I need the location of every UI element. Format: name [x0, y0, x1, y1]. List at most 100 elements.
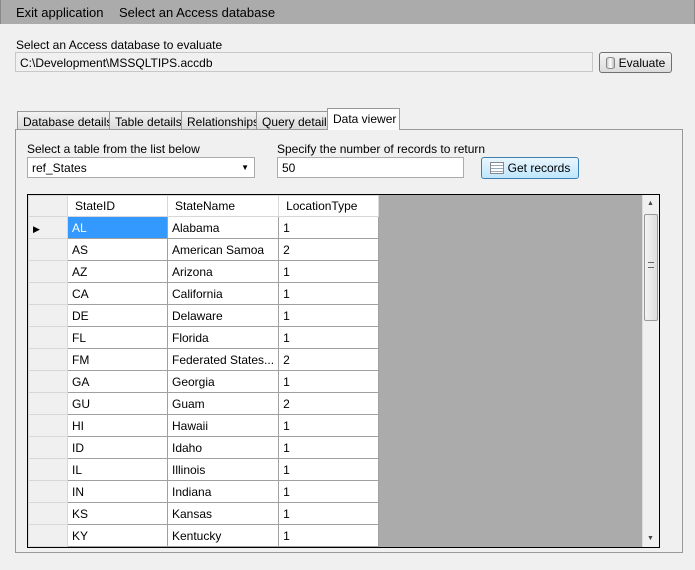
table-row[interactable]: ID Idaho 1	[28, 436, 380, 459]
grid-cell-locationtype[interactable]: 1	[278, 502, 380, 525]
vertical-scrollbar[interactable]: ▲ ▼	[642, 195, 659, 547]
grid-cell-stateid[interactable]: DE	[67, 304, 168, 327]
tab-relationships[interactable]: Relationships	[181, 111, 266, 130]
grid-cell-stateid[interactable]: CA	[67, 282, 168, 305]
row-header[interactable]	[28, 436, 68, 459]
grid-cell-statename[interactable]: California	[166, 282, 280, 305]
grid-cell-stateid[interactable]: AS	[67, 238, 168, 261]
grid-cell-statename[interactable]: Georgia	[166, 370, 280, 393]
get-records-button[interactable]: Get records	[481, 157, 579, 179]
grid-cell-locationtype[interactable]: 2	[278, 392, 380, 415]
grid-cell-statename[interactable]: Delaware	[166, 304, 280, 327]
table-row[interactable]: GU Guam 2	[28, 392, 380, 415]
tab-table-details[interactable]: Table details	[109, 111, 188, 130]
row-header[interactable]	[28, 524, 68, 547]
scroll-up-arrow-icon[interactable]: ▲	[647, 200, 654, 207]
row-header[interactable]	[28, 392, 68, 415]
table-row[interactable]: AZ Arizona 1	[28, 260, 380, 283]
menu-bar: Exit application Select an Access databa…	[0, 0, 695, 24]
grid-cell-stateid[interactable]: ID	[67, 436, 168, 459]
grid-cell-locationtype[interactable]: 1	[278, 216, 380, 239]
row-header[interactable]	[28, 480, 68, 503]
column-header-stateid[interactable]: StateID	[67, 195, 168, 217]
menu-select-access-database[interactable]: Select an Access database	[119, 5, 275, 20]
grid-cell-stateid[interactable]: GU	[67, 392, 168, 415]
grid-cell-locationtype[interactable]: 1	[278, 458, 380, 481]
grid-cell-stateid[interactable]: HI	[67, 414, 168, 437]
grid-cell-statename[interactable]: Illinois	[166, 458, 280, 481]
grid-cell-statename[interactable]: Florida	[166, 326, 280, 349]
row-header[interactable]	[28, 458, 68, 481]
column-header-statename[interactable]: StateName	[166, 195, 280, 217]
table-row[interactable]: ▶ AL Alabama 1	[28, 216, 380, 239]
evaluate-button[interactable]: Evaluate	[599, 52, 672, 73]
grid-cell-locationtype[interactable]: 1	[278, 524, 380, 547]
table-row[interactable]: IN Indiana 1	[28, 480, 380, 503]
table-row[interactable]: GA Georgia 1	[28, 370, 380, 393]
grid-cell-locationtype[interactable]: 1	[278, 326, 380, 349]
table-row[interactable]: FL Florida 1	[28, 326, 380, 349]
row-header[interactable]	[28, 282, 68, 305]
data-grid[interactable]: StateID StateName LocationType ▶ AL Alabam…	[27, 194, 660, 548]
dropdown-arrow-icon[interactable]: ▼	[241, 163, 249, 172]
table-row[interactable]: KS Kansas 1	[28, 502, 380, 525]
grid-cell-statename[interactable]: Kansas	[166, 502, 280, 525]
grid-cell-stateid[interactable]: KY	[67, 524, 168, 547]
grid-cell-locationtype[interactable]: 1	[278, 414, 380, 437]
menu-exit-application[interactable]: Exit application	[16, 5, 103, 20]
row-header[interactable]: ▶	[28, 216, 68, 239]
row-header[interactable]	[28, 502, 68, 525]
table-row[interactable]: DE Delaware 1	[28, 304, 380, 327]
grid-cell-statename[interactable]: Hawaii	[166, 414, 280, 437]
database-icon	[605, 56, 615, 69]
tab-database-details[interactable]: Database details	[17, 111, 119, 130]
grid-cell-locationtype[interactable]: 1	[278, 370, 380, 393]
table-row[interactable]: FM Federated States... 2	[28, 348, 380, 371]
grid-cell-locationtype[interactable]: 2	[278, 348, 380, 371]
grid-cell-statename[interactable]: Idaho	[166, 436, 280, 459]
db-path-field[interactable]: C:\Development\MSSQLTIPS.accdb	[15, 52, 593, 72]
grid-cell-statename[interactable]: Guam	[166, 392, 280, 415]
grid-cell-stateid[interactable]: GA	[67, 370, 168, 393]
grid-cell-locationtype[interactable]: 1	[278, 480, 380, 503]
grid-cell-statename[interactable]: American Samoa	[166, 238, 280, 261]
grid-cell-statename[interactable]: Arizona	[166, 260, 280, 283]
table-row[interactable]: CA California 1	[28, 282, 380, 305]
grid-cell-stateid[interactable]: IL	[67, 458, 168, 481]
table-row[interactable]: KY Kentucky 1	[28, 524, 380, 547]
column-header-locationtype[interactable]: LocationType	[278, 195, 380, 217]
grid-cell-locationtype[interactable]: 1	[278, 260, 380, 283]
records-count-input[interactable]: 50	[277, 157, 464, 178]
table-select-value: ref_States	[32, 161, 87, 175]
row-header[interactable]	[28, 348, 68, 371]
grid-cell-stateid[interactable]: FM	[67, 348, 168, 371]
grid-cell-statename[interactable]: Alabama	[166, 216, 280, 239]
row-header-corner	[28, 195, 68, 217]
tab-data-viewer[interactable]: Data viewer	[327, 108, 400, 130]
row-header[interactable]	[28, 326, 68, 349]
row-header[interactable]	[28, 260, 68, 283]
grid-header-row: StateID StateName LocationType	[28, 195, 380, 217]
grid-cell-locationtype[interactable]: 1	[278, 436, 380, 459]
grid-cell-statename[interactable]: Federated States...	[166, 348, 280, 371]
row-header[interactable]	[28, 414, 68, 437]
grid-cell-statename[interactable]: Kentucky	[166, 524, 280, 547]
row-header[interactable]	[28, 370, 68, 393]
grid-cell-statename[interactable]: Indiana	[166, 480, 280, 503]
grid-cell-stateid[interactable]: FL	[67, 326, 168, 349]
scroll-down-arrow-icon[interactable]: ▼	[647, 535, 654, 542]
table-row[interactable]: AS American Samoa 2	[28, 238, 380, 261]
grid-cell-stateid[interactable]: IN	[67, 480, 168, 503]
table-select-dropdown[interactable]: ref_States ▼	[27, 157, 255, 178]
table-row[interactable]: IL Illinois 1	[28, 458, 380, 481]
grid-cell-stateid[interactable]: AL	[67, 216, 168, 239]
grid-cell-locationtype[interactable]: 1	[278, 282, 380, 305]
grid-cell-locationtype[interactable]: 2	[278, 238, 380, 261]
grid-cell-locationtype[interactable]: 1	[278, 304, 380, 327]
row-header[interactable]	[28, 238, 68, 261]
grid-cell-stateid[interactable]: KS	[67, 502, 168, 525]
table-row[interactable]: HI Hawaii 1	[28, 414, 380, 437]
scroll-thumb[interactable]	[644, 214, 658, 321]
row-header[interactable]	[28, 304, 68, 327]
grid-cell-stateid[interactable]: AZ	[67, 260, 168, 283]
